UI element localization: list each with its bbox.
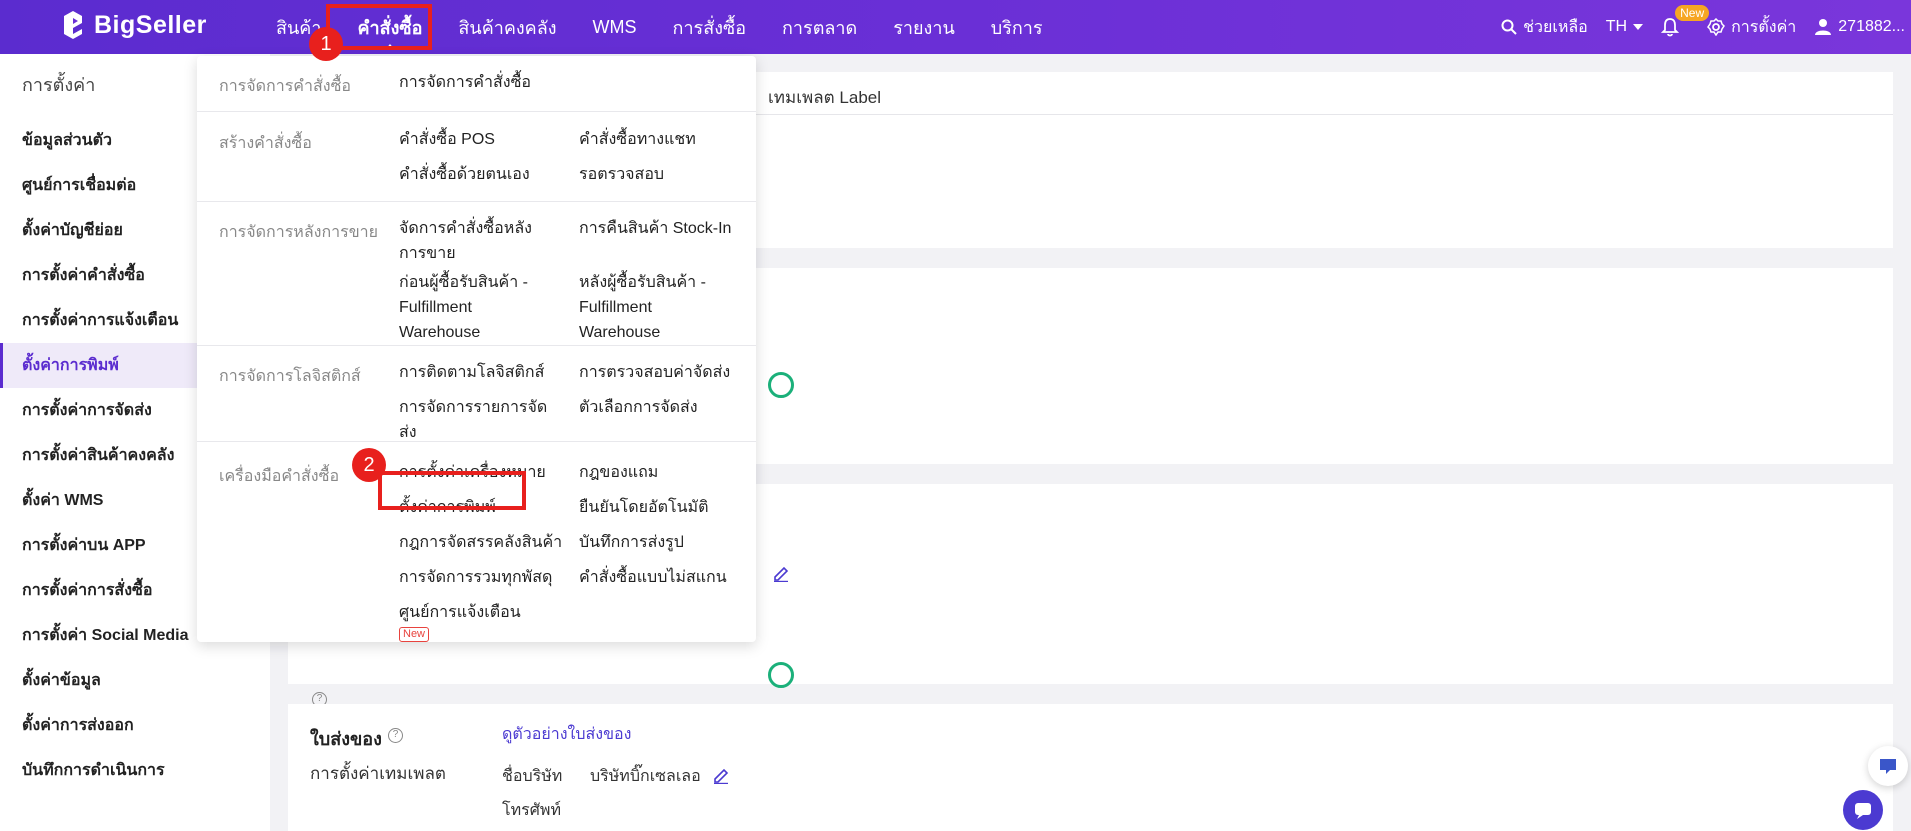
message-float-button[interactable] xyxy=(1843,790,1883,830)
bell-icon xyxy=(1661,18,1680,37)
dropdown-link[interactable]: กฎของแถม xyxy=(579,460,658,485)
dropdown-link[interactable]: การตรวจสอบค่าจัดส่ง xyxy=(579,360,730,385)
nav-item-purchase[interactable]: การสั่งซื้อ xyxy=(655,0,764,54)
dropdown-category: การจัดการคำสั่งซื้อ xyxy=(219,78,352,95)
company-name-value: บริษัทบิ๊กเซลเลอ xyxy=(590,768,701,785)
tab-label-template[interactable]: เทมเพลต Label xyxy=(768,84,881,111)
highlight-box-print-settings xyxy=(378,471,526,510)
dropdown-link[interactable]: คำสั่งซื้อด้วยตนเอง xyxy=(399,162,530,187)
dropdown-link[interactable]: รอตรวจสอบ xyxy=(579,162,664,187)
nav-item-wms[interactable]: WMS xyxy=(575,0,655,54)
toggle-switch[interactable] xyxy=(768,662,794,688)
dropdown-category: การจัดการหลังการขาย xyxy=(219,224,379,241)
dropdown-link[interactable]: คำสั่งซื้อแบบไม่สแกน xyxy=(579,565,727,590)
notification-new-badge: New xyxy=(1675,5,1710,21)
nav-item-marketing[interactable]: การตลาด xyxy=(764,0,875,54)
search-icon xyxy=(1501,19,1517,35)
dropdown-section-order-management: การจัดการคำสั่งซื้อ การจัดการคำสั่งซื้อ xyxy=(197,56,756,112)
dropdown-section-create-order: สร้างคำสั่งซื้อ คำสั่งซื้อ POS คำสั่งซื้… xyxy=(197,112,756,202)
help-link[interactable]: ช่วยเหลือ xyxy=(1501,15,1588,40)
company-name-label: ชื่อบริษัท xyxy=(502,768,563,785)
notification-button[interactable]: New xyxy=(1661,5,1710,37)
dropdown-category: สร้างคำสั่งซื้อ xyxy=(219,135,312,152)
delivery-note-card: ใบส่งของ ? ดูตัวอย่างใบส่งของ การตั้งค่า… xyxy=(288,704,1893,831)
nav-item-reports[interactable]: รายงาน xyxy=(875,0,973,54)
sidebar-item-export-settings[interactable]: ตั้งค่าการส่งออก xyxy=(0,703,270,748)
dropdown-category: การจัดการโลจิสติกส์ xyxy=(219,368,361,385)
settings-link[interactable]: การตั้งค่า xyxy=(1707,15,1796,40)
brand-logo-icon xyxy=(64,11,82,39)
sidebar-item-operation-log[interactable]: บันทึกการดำเนินการ xyxy=(0,748,270,793)
message-icon xyxy=(1855,803,1871,819)
dropdown-category: เครื่องมือคำสั่งซื้อ xyxy=(219,468,340,485)
user-menu[interactable]: 271882... xyxy=(1814,18,1905,36)
dropdown-link[interactable]: คำสั่งซื้อทางแชท xyxy=(579,127,696,152)
dropdown-section-logistics: การจัดการโลจิสติกส์ การติดตามโลจิสติกส์ … xyxy=(197,346,756,442)
chat-icon xyxy=(1880,759,1896,774)
dropdown-link[interactable]: คำสั่งซื้อ POS xyxy=(399,127,495,152)
toggle-switch[interactable] xyxy=(768,372,794,398)
edit-icon[interactable] xyxy=(712,766,730,784)
dropdown-link[interactable]: หลังผู้ซื้อรับสินค้า - Fulfillment Wareh… xyxy=(579,270,717,345)
settings-label: การตั้งค่า xyxy=(1731,18,1797,36)
caret-down-icon xyxy=(1633,24,1644,30)
nav-item-services[interactable]: บริการ xyxy=(973,0,1061,54)
sidebar-item-data-settings[interactable]: ตั้งค่าข้อมูล xyxy=(0,658,270,703)
dropdown-link[interactable]: ตัวเลือกการจัดส่ง xyxy=(579,395,698,420)
help-label: ช่วยเหลือ xyxy=(1523,18,1588,36)
user-name: 271882... xyxy=(1838,18,1905,35)
phone-label: โทรศัพท์ xyxy=(502,802,561,819)
language-label: TH xyxy=(1605,18,1628,35)
step-badge-1: 1 xyxy=(309,27,343,61)
delivery-preview-link[interactable]: ดูตัวอย่างใบส่งของ xyxy=(502,722,631,747)
dropdown-link[interactable]: การติดตามโลจิสติกส์ xyxy=(399,360,544,385)
help-icon[interactable]: ? xyxy=(388,728,403,743)
orders-dropdown-menu: การจัดการคำสั่งซื้อ การจัดการคำสั่งซื้อ … xyxy=(197,56,756,642)
dropdown-link[interactable]: ยืนยันโดยอัตโนมัติ xyxy=(579,495,708,520)
dropdown-link[interactable]: การจัดการคำสั่งซื้อ xyxy=(399,70,531,95)
brand-logo[interactable]: BigSeller xyxy=(60,10,207,40)
chat-float-button[interactable] xyxy=(1868,746,1908,786)
topbar-right: ช่วยเหลือ TH New การตั้งค่า 271882... xyxy=(1501,0,1911,54)
dropdown-link[interactable]: กฎการจัดสรรคลังสินค้า xyxy=(399,530,562,555)
gear-icon xyxy=(1707,18,1726,36)
dropdown-section-after-sales: การจัดการหลังการขาย จัดการคำสั่งซื้อหลัง… xyxy=(197,202,756,346)
dropdown-link[interactable]: การจัดการรายการจัดส่ง xyxy=(399,395,549,445)
user-icon xyxy=(1815,19,1832,35)
template-settings-label: การตั้งค่าเทมเพลต xyxy=(310,764,446,783)
dropdown-link[interactable]: การคืนสินค้า Stock-In xyxy=(579,216,731,241)
dropdown-link[interactable]: ก่อนผู้ซื้อรับสินค้า - Fulfillment Wareh… xyxy=(399,270,537,345)
brand-name: BigSeller xyxy=(94,10,207,39)
dropdown-link[interactable]: บันทึกการส่งรูป xyxy=(579,530,684,555)
dropdown-link[interactable]: ศูนย์การแจ้งเตือน xyxy=(399,600,521,625)
top-navigation-bar: BigSeller สินค้า คำสั่งซื้อ สินค้าคงคลัง… xyxy=(0,0,1911,54)
dropdown-link[interactable]: การจัดการรวมทุกพัสดุ xyxy=(399,565,552,590)
language-select[interactable]: TH xyxy=(1605,18,1644,36)
edit-icon[interactable] xyxy=(772,564,790,582)
delivery-note-title: ใบส่งของ xyxy=(310,729,382,749)
dropdown-link[interactable]: จัดการคำสั่งซื้อหลังการขาย xyxy=(399,216,559,266)
nav-item-inventory[interactable]: สินค้าคงคลัง xyxy=(440,0,574,54)
step-badge-2: 2 xyxy=(352,448,386,482)
new-tag: New xyxy=(399,627,430,642)
